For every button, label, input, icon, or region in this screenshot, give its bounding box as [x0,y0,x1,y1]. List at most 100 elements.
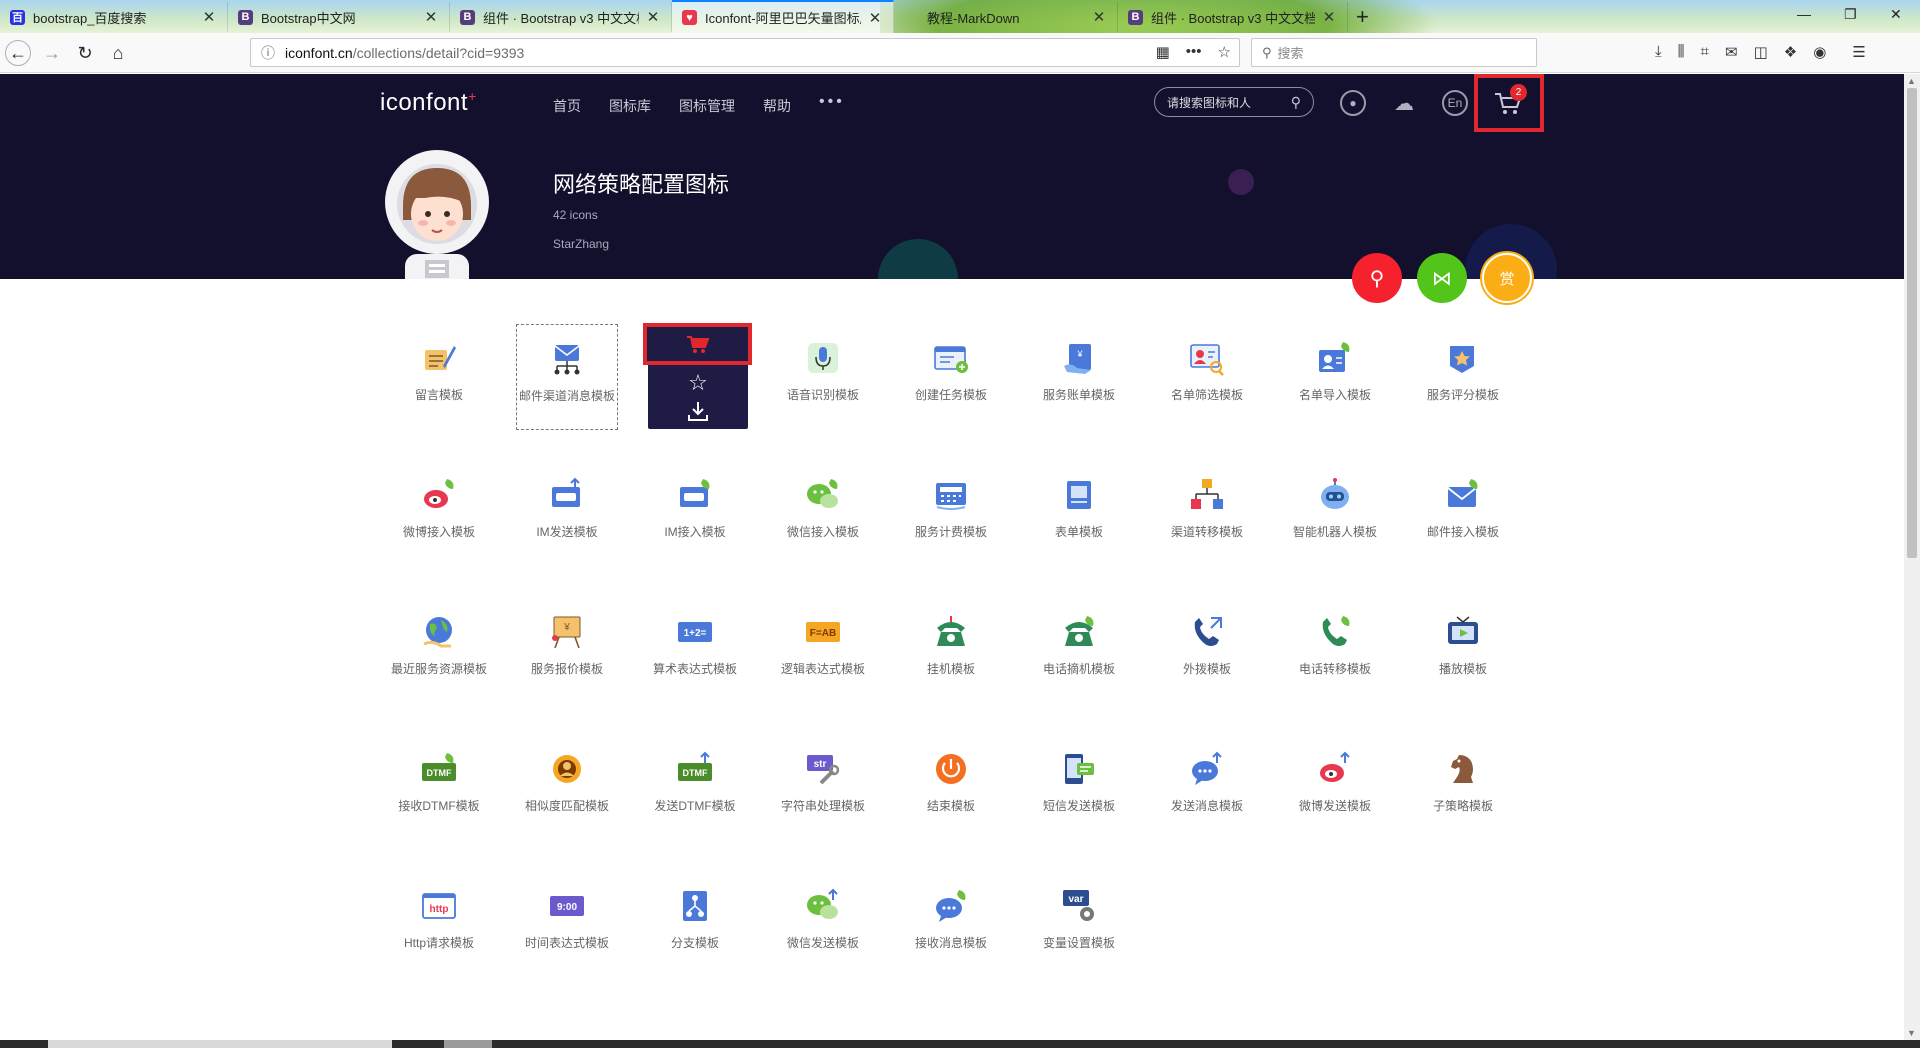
download-icon[interactable] [648,400,748,422]
icon-tile[interactable]: 留言模板 [375,310,503,432]
icon-tile[interactable]: IM发送模板 [503,447,631,569]
back-button[interactable]: ← [5,40,31,66]
minimize-icon[interactable]: ― [1797,6,1811,22]
icon-tile[interactable]: 微信发送模板 [759,858,887,980]
share-fab[interactable]: ⋈ [1417,253,1467,303]
icon-tile[interactable]: 接收消息模板 [887,858,1015,980]
browser-search-field[interactable]: ⚲ 搜索 [1251,38,1537,67]
icon-tile[interactable]: 创建任务模板 [887,310,1015,432]
language-toggle[interactable]: En [1442,90,1468,116]
avatar[interactable] [385,150,489,279]
icon-tile[interactable]: 服务计费模板 [887,447,1015,569]
browser-tab[interactable]: ♥ Iconfont-阿里巴巴矢量图标库 ✕ [672,0,894,33]
icon-tile[interactable]: 微博接入模板 [375,447,503,569]
icon-tile[interactable]: 电话转移模板 [1271,584,1399,706]
nav-more-icon[interactable]: ••• [819,93,845,116]
icon-tile[interactable]: 服务评分模板 [1399,310,1527,432]
icon-tile[interactable]: 1+2= 算术表达式模板 [631,584,759,706]
qr-code-icon[interactable]: ▦ [1156,43,1170,61]
horizontal-scrollbar[interactable] [0,1040,1920,1048]
browser-tab[interactable]: 百 bootstrap_百度搜索 ✕ [0,2,228,32]
icon-tile[interactable]: 子策略模板 [1399,721,1527,843]
nav-item[interactable]: 图标管理 [679,96,735,116]
screenshot-icon[interactable]: ⌗ [1701,43,1709,61]
icon-tile[interactable]: 微信接入模板 [759,447,887,569]
icon-tile[interactable]: 挂机模板 [887,584,1015,706]
icon-tile[interactable]: 邮件渠道消息模板 [516,324,618,430]
vertical-scrollbar[interactable]: ▲ ▼ [1904,74,1920,1040]
icon-tile[interactable]: 语音识别模板 [759,310,887,432]
icon-tile[interactable]: 名单导入模板 [1271,310,1399,432]
menu-icon[interactable]: ☰ [1852,43,1865,61]
site-search-input[interactable]: 请搜索图标和人 ⚲ [1154,87,1314,117]
reward-fab[interactable]: 赏 [1482,253,1532,303]
download-icon[interactable]: ⤓ [1655,43,1662,61]
bookmark-star-icon[interactable]: ☆ [1218,43,1231,61]
site-info-icon[interactable]: ⓘ [261,43,275,63]
close-window-icon[interactable]: ✕ [1890,6,1902,23]
icon-tile[interactable]: 最近服务资源模板 [375,584,503,706]
icon-tile[interactable]: 结束模板 [887,721,1015,843]
search-icon[interactable]: ⚲ [1291,94,1301,111]
browser-tab[interactable]: B Bootstrap中文网 ✕ [228,2,450,32]
tab-close-icon[interactable]: ✕ [1091,8,1107,26]
scroll-down-icon[interactable]: ▼ [1907,1028,1916,1038]
tab-close-icon[interactable]: ✕ [867,9,883,27]
reload-button[interactable]: ↻ [72,40,98,66]
extension-icon[interactable]: ❖ [1784,43,1797,61]
icon-tile[interactable]: 邮件接入模板 [1399,447,1527,569]
collection-author[interactable]: StarZhang [553,237,609,251]
icon-tile[interactable]: ¥ 服务报价模板 [503,584,631,706]
favorite-star-icon[interactable]: ☆ [648,370,748,396]
icon-tile[interactable]: 外拨模板 [1143,584,1271,706]
icon-tile[interactable]: 短信发送模板 [1015,721,1143,843]
page-actions-icon[interactable]: ••• [1186,43,1202,61]
home-button[interactable]: ⌂ [105,40,131,66]
account-icon[interactable]: ◉ [1813,43,1826,61]
icon-tile[interactable]: 微博发送模板 [1271,721,1399,843]
maximize-icon[interactable]: ❐ [1844,6,1857,23]
nav-item[interactable]: 首页 [553,96,581,116]
browser-tab[interactable]: B 组件 · Bootstrap v3 中文文档 ✕ [1118,2,1348,32]
scroll-thumb[interactable] [1907,88,1917,558]
icon-tile[interactable]: DTMF 接收DTMF模板 [375,721,503,843]
icon-tile[interactable]: 渠道转移模板 [1143,447,1271,569]
tab-close-icon[interactable]: ✕ [201,8,217,26]
tab-close-icon[interactable]: ✕ [645,8,661,26]
icon-tile[interactable]: 表单模板 [1015,447,1143,569]
library-icon[interactable]: ⫼ [1678,43,1685,61]
icon-tile[interactable]: 发送消息模板 [1143,721,1271,843]
icon-tile[interactable]: var 变量设置模板 [1015,858,1143,980]
scroll-thumb[interactable] [48,1040,392,1048]
iconfont-logo[interactable]: iconfont+ [380,88,477,117]
icon-tile[interactable]: 名单筛选模板 [1143,310,1271,432]
icon-tile[interactable]: str 字符串处理模板 [759,721,887,843]
scroll-up-icon[interactable]: ▲ [1907,76,1916,86]
icon-tile[interactable]: http Http请求模板 [375,858,503,980]
tab-close-icon[interactable]: ✕ [1321,8,1337,26]
url-bar[interactable]: ⓘ iconfont.cn/collections/detail?cid=939… [250,38,1240,67]
search-fab[interactable]: ⚲ [1352,253,1402,303]
icon-tile[interactable]: 播放模板 [1399,584,1527,706]
upload-cloud-icon[interactable]: ☁ [1391,90,1417,116]
chat-icon[interactable]: ✉ [1725,43,1738,61]
icon-tile[interactable]: IM接入模板 [631,447,759,569]
icon-tile[interactable]: DTMF 发送DTMF模板 [631,721,759,843]
icon-tile[interactable]: 电话摘机模板 [1015,584,1143,706]
icon-tile[interactable]: ¥ 服务账单模板 [1015,310,1143,432]
browser-tab[interactable]: B 组件 · Bootstrap v3 中文文档 ✕ [450,2,672,32]
icon-tile[interactable]: 分支模板 [631,858,759,980]
new-tab-button[interactable]: + [1356,4,1369,30]
forward-button[interactable]: → [39,40,65,66]
browser-tab[interactable]: 教程-MarkDown ✕ [894,2,1118,32]
scroll-thumb-secondary[interactable] [444,1040,492,1048]
tab-close-icon[interactable]: ✕ [423,8,439,26]
sidebar-icon[interactable]: ◫ [1754,43,1768,61]
github-icon[interactable]: ● [1340,90,1366,116]
icon-tile[interactable]: 智能机器人模板 [1271,447,1399,569]
add-to-cart-icon[interactable] [686,334,710,354]
nav-item[interactable]: 图标库 [609,96,651,116]
icon-tile[interactable]: 相似度匹配模板 [503,721,631,843]
nav-item[interactable]: 帮助 [763,96,791,116]
icon-tile[interactable]: 9:00 时间表达式模板 [503,858,631,980]
